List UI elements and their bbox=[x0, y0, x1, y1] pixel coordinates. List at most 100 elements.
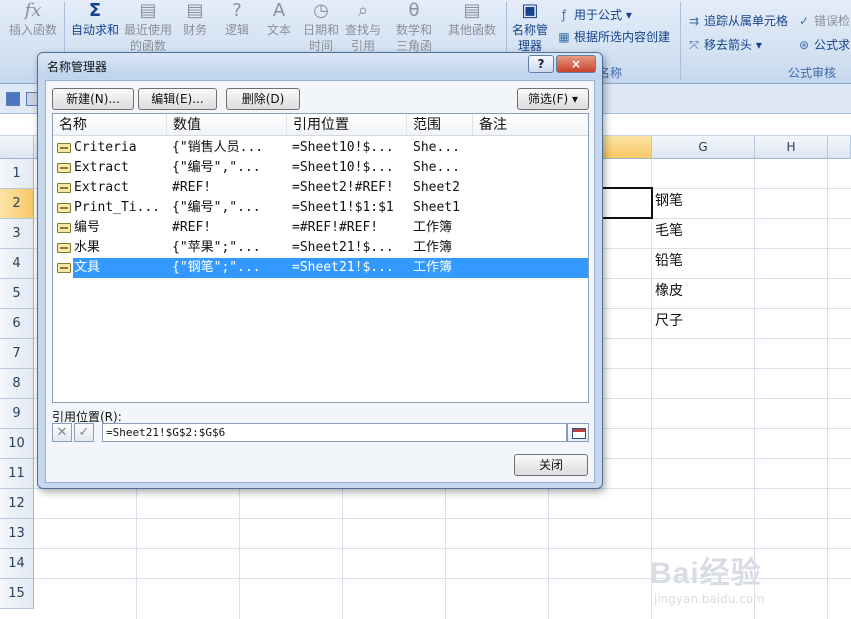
column-header-g[interactable]: G bbox=[652, 136, 755, 159]
filter-label: 筛选(F) bbox=[527, 92, 569, 106]
list-header-value[interactable]: 数值 bbox=[167, 114, 287, 136]
list-item[interactable]: Criteria {"销售人员... =Sheet10!$... She... bbox=[53, 138, 588, 158]
row-header[interactable]: 1 bbox=[0, 159, 34, 189]
dialog-close-x-button[interactable]: × bbox=[556, 55, 596, 73]
date-time-button[interactable]: ◷ 日期和时间 bbox=[302, 0, 340, 58]
name-tag-icon bbox=[57, 243, 71, 253]
new-button[interactable]: 新建(N)... bbox=[52, 88, 134, 110]
cancel-edit-icon[interactable]: ✕ bbox=[52, 423, 72, 442]
more-functions-label: 其他函数 bbox=[447, 23, 496, 37]
list-item[interactable]: Print_Ti... {"编号","... =Sheet1!$1:$1 She… bbox=[53, 198, 588, 218]
delete-button[interactable]: 删除(D) bbox=[226, 88, 300, 110]
item-ref: =Sheet10!$... bbox=[292, 140, 394, 155]
item-value: {"苹果";"... bbox=[172, 240, 261, 255]
list-header-scope[interactable]: 范围 bbox=[407, 114, 473, 136]
item-name: 水果 bbox=[74, 240, 101, 255]
list-item[interactable]: 水果 {"苹果";"... =Sheet21!$... 工作簿 bbox=[53, 238, 588, 258]
row-header[interactable]: 9 bbox=[0, 399, 34, 429]
list-item[interactable]: Extract #REF! =Sheet2!#REF! Sheet2 bbox=[53, 178, 588, 198]
more-functions-button[interactable]: ▤ 其他函数 bbox=[444, 0, 500, 58]
name-manager-button[interactable]: ▣ 名称管理器 bbox=[510, 0, 550, 58]
close-button[interactable]: 关闭 bbox=[514, 454, 588, 476]
row-header-selected[interactable]: 2 bbox=[0, 189, 34, 219]
item-name: Criteria bbox=[74, 140, 137, 155]
item-value: {"钢笔";"... bbox=[172, 260, 261, 275]
edit-button[interactable]: 编辑(E)... bbox=[138, 88, 217, 110]
cell-g2[interactable]: 钢笔 bbox=[655, 186, 683, 216]
theta-book-icon: θ bbox=[408, 0, 420, 21]
dialog-title: 名称管理器 bbox=[47, 60, 108, 74]
error-checking-button[interactable]: ✓ 错误检 bbox=[796, 12, 850, 30]
error-check-icon: ✓ bbox=[798, 14, 810, 28]
item-scope: 工作簿 bbox=[413, 220, 453, 235]
confirm-edit-icon[interactable]: ✓ bbox=[74, 423, 94, 442]
row-header[interactable]: 3 bbox=[0, 219, 34, 249]
row-header[interactable]: 4 bbox=[0, 249, 34, 279]
item-ref: =Sheet10!$... bbox=[292, 160, 394, 175]
watermark-brand: Bai经验 bbox=[650, 557, 762, 590]
item-scope: She... bbox=[413, 140, 460, 155]
list-header-refers-to[interactable]: 引用位置 bbox=[287, 114, 407, 136]
item-scope: 工作簿 bbox=[413, 260, 453, 275]
financial-button[interactable]: ▤ 财务 bbox=[176, 0, 214, 58]
evaluate-formula-icon: ⊛ bbox=[798, 38, 810, 52]
create-from-selection-button[interactable]: ▦ 根据所选内容创建 bbox=[556, 28, 670, 46]
grid-small-icon: ▦ bbox=[558, 30, 570, 44]
fx-small-icon: ƒ bbox=[561, 8, 567, 22]
dialog-title-bar[interactable]: 名称管理器 ? × bbox=[38, 53, 602, 79]
row-header[interactable]: 6 bbox=[0, 309, 34, 339]
autosum-label: 自动求和 bbox=[70, 23, 119, 37]
recent-functions-button[interactable]: ▤ 最近使用的函数 bbox=[122, 0, 174, 58]
autosum-button[interactable]: Σ 自动求和 bbox=[68, 0, 122, 58]
names-list[interactable]: 名称 数值 引用位置 范围 备注 Criteria {"销售人员... =She… bbox=[52, 113, 589, 403]
item-name: Extract bbox=[74, 160, 129, 175]
evaluate-formula-button[interactable]: ⊛ 公式求 bbox=[796, 36, 850, 54]
row-header[interactable]: 15 bbox=[0, 579, 34, 609]
watermark: Bai经验 jingyan.baidu.com bbox=[650, 548, 810, 608]
row-header[interactable]: 13 bbox=[0, 519, 34, 549]
cell-g4[interactable]: 铅笔 bbox=[655, 246, 683, 276]
trace-dependents-button[interactable]: ⇉ 追踪从属单元格 bbox=[686, 12, 788, 30]
remove-arrows-button[interactable]: ⤧ 移去箭头 ▾ bbox=[686, 36, 762, 54]
item-scope: She... bbox=[413, 160, 460, 175]
list-item-selected[interactable]: 文具 {"钢笔";"... =Sheet21!$... 工作簿 bbox=[73, 258, 588, 278]
item-scope: Sheet1 bbox=[413, 200, 460, 215]
list-item[interactable]: 编号 #REF! =#REF!#REF! 工作簿 bbox=[53, 218, 588, 238]
collapse-dialog-icon[interactable] bbox=[567, 423, 589, 442]
item-ref: =#REF!#REF! bbox=[292, 220, 379, 235]
row-header[interactable]: 7 bbox=[0, 339, 34, 369]
column-header[interactable] bbox=[828, 136, 851, 159]
row-header[interactable]: 8 bbox=[0, 369, 34, 399]
remove-arrows-label: 移去箭头 bbox=[704, 38, 753, 52]
list-header-comment[interactable]: 备注 bbox=[473, 114, 588, 136]
refers-to-input[interactable]: =Sheet21!$G$2:$G$6 bbox=[102, 423, 567, 442]
cell-g5[interactable]: 橡皮 bbox=[655, 276, 683, 306]
evaluate-formula-label: 公式求 bbox=[814, 38, 851, 52]
cell-g3[interactable]: 毛笔 bbox=[655, 216, 683, 246]
row-header[interactable]: 12 bbox=[0, 489, 34, 519]
name-manager-icon: ▣ bbox=[521, 0, 539, 21]
date-time-label: 日期和时间 bbox=[302, 23, 339, 53]
use-in-formula-label: 用于公式 bbox=[574, 8, 623, 22]
error-checking-label: 错误检 bbox=[814, 14, 851, 28]
list-header-name[interactable]: 名称 bbox=[53, 114, 167, 136]
column-header-h[interactable]: H bbox=[755, 136, 828, 159]
insert-function-button[interactable]: fx 插入函数 bbox=[4, 0, 62, 58]
filter-dropdown[interactable]: 筛选(F) ▾ bbox=[517, 88, 589, 110]
row-header[interactable]: 10 bbox=[0, 429, 34, 459]
grid-line bbox=[827, 159, 828, 619]
row-header[interactable]: 11 bbox=[0, 459, 34, 489]
list-item[interactable]: Extract {"编号","... =Sheet10!$... She... bbox=[53, 158, 588, 178]
math-trig-button[interactable]: θ 数学和三角函数 bbox=[392, 0, 436, 69]
logical-button[interactable]: ? 逻辑 bbox=[218, 0, 256, 58]
text-button[interactable]: A 文本 bbox=[260, 0, 298, 58]
search-book-icon: ⌕ bbox=[357, 0, 369, 21]
row-header[interactable]: 5 bbox=[0, 279, 34, 309]
save-icon[interactable] bbox=[6, 92, 20, 106]
use-in-formula-button[interactable]: ƒ 用于公式 ▾ bbox=[556, 6, 632, 24]
cell-g6[interactable]: 尺子 bbox=[655, 306, 683, 336]
row-header[interactable]: 14 bbox=[0, 549, 34, 579]
help-button[interactable]: ? bbox=[528, 55, 554, 73]
lookup-reference-button[interactable]: ⌕ 查找与引用 bbox=[342, 0, 384, 58]
select-all-corner[interactable] bbox=[0, 136, 34, 159]
